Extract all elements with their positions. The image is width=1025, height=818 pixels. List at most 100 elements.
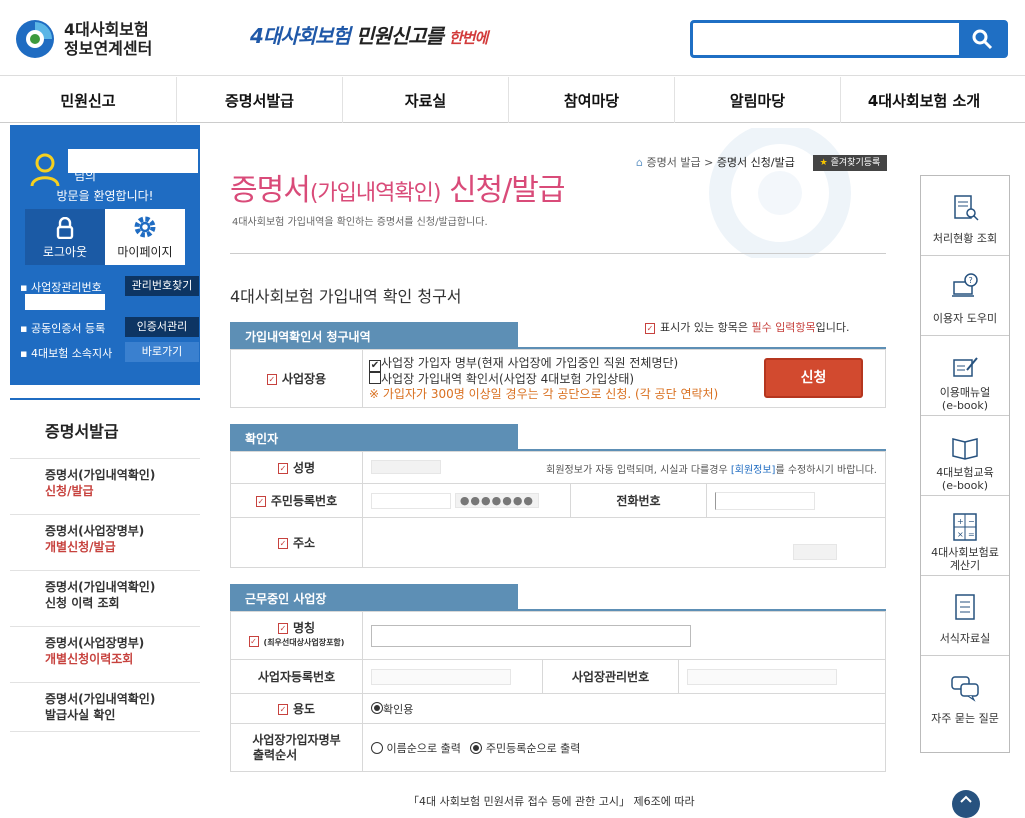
workplace-name-input[interactable] [371,624,691,647]
side-item-line1: 증명서(가입내역확인) [45,692,156,706]
phone-value-mask[interactable] [715,491,815,510]
nav-library[interactable]: 자료실 [343,77,509,123]
favorite-label: 즐겨찾기등록 [830,158,881,168]
addr-label: 주소 [292,536,316,550]
apply-button[interactable]: 신청 [764,358,863,398]
biz-mgmt-no-value-cell [678,659,886,694]
cert-register-link[interactable]: ▪ 공동인증서 등록 [20,320,105,336]
quick-calculator[interactable]: + − × = 4대사회보험료 계산기 [921,496,1009,576]
page-title: 증명서(가입내역확인) 신청/발급 [230,165,565,209]
lock-icon [56,217,74,239]
favorite-button[interactable]: ★ 즐겨찾기등록 [813,155,887,171]
chat-bubbles-icon [951,676,979,702]
open-book-icon [952,438,978,460]
required-mark-icon: ✓ [277,704,288,715]
rrn-back-masked: ●●●●●●● [454,493,540,508]
required-note-c: 입니다. [815,321,850,334]
side-item-roster-log[interactable]: 증명서(사업장명부) 개별신청이력조회 [10,626,200,682]
member-info-link[interactable]: [회원정보] [731,465,776,476]
quick-label-sub: (e-book) [941,399,989,412]
breadcrumb-item-1[interactable]: 증명서 발급 [646,156,700,169]
quick-status[interactable]: 처리현황 조회 [921,176,1009,256]
logout-button[interactable]: 로그아웃 [25,209,105,265]
scroll-top-button[interactable] [952,790,980,818]
side-item-line1: 증명서(가입내역확인) [45,580,156,594]
quick-label: 자주 묻는 질문 [931,712,999,725]
slogan: 4대사회보험 민원신고를 한번에 [250,20,488,49]
site-logo[interactable]: 4대사회보험 정보연계센터 [14,18,152,60]
nav-participation[interactable]: 참여마당 [509,77,675,123]
cert-manage-button[interactable]: 인증서관리 [125,317,199,337]
go-button[interactable]: 바로가기 [125,342,199,362]
quick-label: 서식자료실 [939,632,991,645]
laptop-help-icon: ? [952,273,978,297]
logout-label: 로그아웃 [42,245,88,259]
required-mark-icon: ✓ [248,636,259,647]
addr-value-mask [793,544,837,560]
svg-text:?: ? [969,276,973,285]
nav-certificate[interactable]: 증명서발급 [177,77,343,123]
search-box [690,20,1008,58]
option-roster-checkbox[interactable]: ✔ [369,359,381,372]
site-header: 4대사회보험 정보연계센터 4대사회보험 민원신고를 한번에 [0,0,1025,76]
user-name-suffix: 님의 [74,169,97,183]
side-item-line2: 신청 이력 조회 [45,596,120,610]
quick-menu: 처리현황 조회 ? 이용자 도우미 이용매뉴얼 (e-book) 4대보험교육 … [920,175,1010,753]
biz-reg-no-label: 사업자등록번호 [230,659,363,694]
find-mgmt-no-button[interactable]: 관리번호찾기 [125,276,199,296]
usage-label-cell: ✓ 용도 [230,693,363,724]
name-value-cell: 회원정보가 자동 입력되며, 시실과 다를경우 [회원정보]를 수정하시기 바랍… [362,451,886,484]
quick-education[interactable]: 4대보험교육 (e-book) [921,416,1009,496]
biz-mgmt-no-label: ▪ 사업장관리번호 [20,281,102,294]
clipboard-search-icon [954,195,979,221]
required-mark-icon: ✓ [255,496,266,507]
side-item-line1: 증명서(사업장명부) [45,524,145,538]
quick-label-sub: (e-book) [941,479,989,492]
workplace-name-sublabel: (최우선대상사업장포함) [263,638,345,647]
order-rrn-radio[interactable] [470,741,483,754]
side-item-history-issue[interactable]: 증명서(가입내역확인) 신청/발급 [10,458,200,514]
usage-label: 용도 [292,702,316,716]
nav-about[interactable]: 4대사회보험 소개 [841,77,1007,123]
option-history[interactable]: 사업장 가입내역 확인서(사업장 4대보험 가입상태) [369,371,742,387]
logo-line-1: 4대사회보험 [64,20,149,39]
option-roster[interactable]: ✔ 사업장 가입자 명부(현재 사업장에 가입중인 직원 전체명단) [369,356,742,372]
calculator-icon: + −× = [953,513,977,541]
quick-manual[interactable]: 이용매뉴얼 (e-book) [921,336,1009,416]
branch-text: 4대보험 소속지사 [30,347,113,360]
required-mark-icon: ✓ [277,623,288,634]
request-label: 사업장용 [281,372,327,386]
nav-complaint[interactable]: 민원신고 [0,77,177,123]
side-item-line1: 증명서(사업장명부) [45,636,145,650]
request-options: ✔ 사업장 가입자 명부(현재 사업장에 가입중인 직원 전체명단) 사업장 가입… [362,349,750,408]
rrn-label: 주민등록번호 [270,494,338,508]
svg-text:×: × [957,530,964,539]
usage-radio[interactable] [371,701,383,714]
search-input[interactable] [697,27,957,51]
addr-label-cell: ✓ 주소 [230,517,363,568]
mypage-button[interactable]: 마이페이지 [105,209,185,265]
biz-mgmt-no-value-mask [25,294,105,310]
option-history-label: 사업장 가입내역 확인서(사업장 4대보험 가입상태) [381,371,635,386]
side-item-verify[interactable]: 증명서(가입내역확인) 발급사실 확인 [10,682,200,732]
side-item-line2: 개별신청이력조회 [45,652,134,666]
user-icon [30,153,60,187]
order-name-radio[interactable] [371,741,383,754]
name-note-a: 회원정보가 자동 입력되며, 시실과 다를경우 [546,464,731,476]
star-icon: ★ [819,158,828,168]
option-history-checkbox[interactable] [369,371,381,384]
workplace-name-label-cell: ✓ 명칭 ✓ (최우선대상사업장포함) [230,611,363,660]
home-icon[interactable]: ⌂ [636,156,643,169]
main-navigation: 민원신고 증명서발급 자료실 참여마당 알림마당 4대사회보험 소개 [0,77,1025,123]
quick-faq[interactable]: 자주 묻는 질문 [921,656,1009,736]
side-item-line2: 개별신청/발급 [45,540,116,554]
quick-helper[interactable]: ? 이용자 도우미 [921,256,1009,336]
search-button[interactable] [959,23,1005,55]
nav-notice[interactable]: 알림마당 [675,77,841,123]
biz-reg-no-mask [371,668,511,685]
section-workplace-head: 근무중인 사업장 [230,584,518,610]
document-list-icon [955,594,975,620]
side-item-history-log[interactable]: 증명서(가입내역확인) 신청 이력 조회 [10,570,200,626]
side-item-roster-issue[interactable]: 증명서(사업장명부) 개별신청/발급 [10,514,200,570]
quick-forms[interactable]: 서식자료실 [921,576,1009,656]
